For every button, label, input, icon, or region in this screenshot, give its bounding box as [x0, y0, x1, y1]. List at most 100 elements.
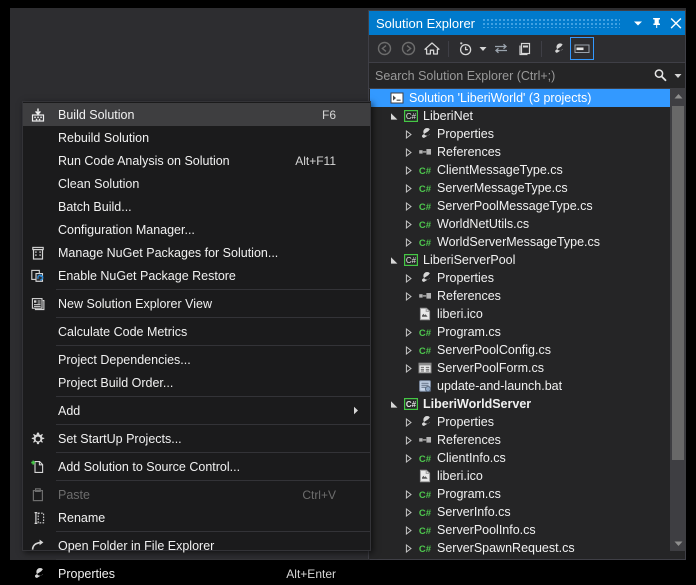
twisty-collapsed-icon[interactable] — [401, 237, 416, 247]
twisty-expanded-icon[interactable] — [387, 400, 402, 409]
tree-item[interactable]: update-and-launch.bat — [370, 377, 684, 395]
pending-changes-dropdown-icon[interactable] — [477, 37, 489, 60]
title-grip — [483, 18, 620, 28]
close-icon[interactable] — [666, 12, 685, 34]
context-menu-separator — [56, 289, 370, 290]
tree-item[interactable]: C# Program.cs — [370, 323, 684, 341]
context-menu-item-build-solution[interactable]: Build Solution F6 — [23, 103, 370, 126]
tree-item[interactable]: liberi.ico — [370, 305, 684, 323]
tree-item[interactable]: C# LiberiServerPool — [370, 251, 684, 269]
home-button[interactable] — [420, 37, 444, 60]
tree-item[interactable]: Properties — [370, 125, 684, 143]
tree-item[interactable]: Properties — [370, 413, 684, 431]
context-menu-item-calculate-code-metrics[interactable]: Calculate Code Metrics — [23, 320, 370, 343]
tree-item[interactable]: C# ServerSpawnRequest.cs — [370, 539, 684, 557]
tree-item[interactable]: C# WorldServerMessageType.cs — [370, 233, 684, 251]
tree-item[interactable]: Properties — [370, 269, 684, 287]
sync-with-active-document-button[interactable] — [489, 37, 513, 60]
back-button[interactable] — [372, 37, 396, 60]
context-menu-item-manage-nuget-packages-for-solution[interactable]: Manage NuGet Packages for Solution... — [23, 241, 370, 264]
tree-item[interactable]: References — [370, 431, 684, 449]
panel-title: Solution Explorer — [376, 15, 475, 31]
search-input[interactable]: Search Solution Explorer (Ctrl+;) — [369, 69, 649, 83]
scrollbar-thumb[interactable] — [672, 106, 684, 460]
tree-item[interactable]: C# ClientInfo.cs — [370, 449, 684, 467]
tree-item[interactable]: C# ServerPoolMessageType.cs — [370, 197, 684, 215]
twisty-collapsed-icon[interactable] — [401, 525, 416, 535]
tree-item[interactable]: C# WorldNetUtils.cs — [370, 215, 684, 233]
ico-file-icon — [416, 468, 434, 484]
context-menu-item-project-dependencies[interactable]: Project Dependencies... — [23, 348, 370, 371]
tree-item[interactable]: C# ClientMessageType.cs — [370, 161, 684, 179]
twisty-collapsed-icon[interactable] — [401, 489, 416, 499]
search-dropdown-icon[interactable] — [671, 73, 685, 79]
twisty-collapsed-icon[interactable] — [401, 147, 416, 157]
tree-item[interactable]: C# ServerInfo.cs — [370, 503, 684, 521]
scroll-down-icon[interactable] — [670, 535, 686, 551]
twisty-collapsed-icon[interactable] — [401, 201, 416, 211]
context-menu-item-rename[interactable]: Rename — [23, 506, 370, 529]
pending-changes-button[interactable] — [453, 37, 477, 60]
context-menu-item-label: Open Folder in File Explorer — [58, 538, 215, 553]
context-menu-item-clean-solution[interactable]: Clean Solution — [23, 172, 370, 195]
context-menu-item-project-build-order[interactable]: Project Build Order... — [23, 371, 370, 394]
nuget-restore-icon — [23, 264, 53, 287]
twisty-collapsed-icon[interactable] — [401, 165, 416, 175]
csharp-file-icon: C# — [416, 162, 434, 178]
twisty-expanded-icon[interactable] — [387, 112, 402, 121]
twisty-collapsed-icon[interactable] — [401, 183, 416, 193]
tree-vertical-scrollbar[interactable] — [670, 88, 686, 551]
context-menu-item-configuration-manager[interactable]: Configuration Manager... — [23, 218, 370, 241]
twisty-collapsed-icon[interactable] — [401, 507, 416, 517]
context-menu-item-open-folder-in-file-explorer[interactable]: Open Folder in File Explorer — [23, 534, 370, 557]
context-menu-item-run-code-analysis-on-solution[interactable]: Run Code Analysis on Solution Alt+F11 — [23, 149, 370, 172]
tree-item[interactable]: liberi.ico — [370, 467, 684, 485]
svg-text:C#: C# — [406, 400, 417, 409]
context-menu-item-label: Configuration Manager... — [58, 222, 195, 237]
context-menu-item-add-solution-to-source-control[interactable]: Add Solution to Source Control... — [23, 455, 370, 478]
preview-selected-items-button[interactable] — [570, 37, 594, 60]
twisty-collapsed-icon[interactable] — [401, 327, 416, 337]
context-menu-item-new-solution-explorer-view[interactable]: New Solution Explorer View — [23, 292, 370, 315]
tree-item[interactable]: C# ServerPoolConfig.cs — [370, 341, 684, 359]
wrench-icon — [416, 126, 434, 142]
twisty-collapsed-icon[interactable] — [401, 219, 416, 229]
context-menu-item-rebuild-solution[interactable]: Rebuild Solution — [23, 126, 370, 149]
twisty-collapsed-icon[interactable] — [401, 435, 416, 445]
twisty-collapsed-icon[interactable] — [401, 543, 416, 553]
twisty-collapsed-icon[interactable] — [401, 363, 416, 373]
csharp-file-icon: C# — [416, 180, 434, 196]
tree-item[interactable]: C# ServerPoolInfo.cs — [370, 521, 684, 539]
twisty-collapsed-icon[interactable] — [401, 453, 416, 463]
dropdown-icon[interactable] — [628, 12, 647, 34]
forward-button[interactable] — [396, 37, 420, 60]
scroll-up-icon[interactable] — [670, 88, 686, 104]
context-menu-item-batch-build[interactable]: Batch Build... — [23, 195, 370, 218]
twisty-collapsed-icon[interactable] — [401, 129, 416, 139]
tree-item[interactable]: C# LiberiWorldServer — [370, 395, 684, 413]
solution-tree[interactable]: Solution 'LiberiWorld' (3 projects) C# Lib… — [370, 89, 684, 558]
tree-item[interactable]: C# LiberiNet — [370, 107, 684, 125]
tree-item-label: Solution 'LiberiWorld' (3 projects) — [409, 91, 592, 105]
tree-item[interactable]: References — [370, 143, 684, 161]
pin-icon[interactable] — [647, 12, 666, 34]
tree-item[interactable]: Solution 'LiberiWorld' (3 projects) — [370, 89, 684, 107]
context-menu-item-add[interactable]: Add — [23, 399, 370, 422]
context-menu-item-enable-nuget-package-restore[interactable]: Enable NuGet Package Restore — [23, 264, 370, 287]
tree-item[interactable]: ServerPoolForm.cs — [370, 359, 684, 377]
twisty-expanded-icon[interactable] — [387, 256, 402, 265]
twisty-collapsed-icon[interactable] — [401, 291, 416, 301]
tree-item[interactable]: References — [370, 287, 684, 305]
tree-item[interactable]: C# ServerMessageType.cs — [370, 179, 684, 197]
build-solution-icon — [23, 103, 53, 126]
context-menu-item-set-startup-projects[interactable]: Set StartUp Projects... — [23, 427, 370, 450]
solution-explorer-title-bar[interactable]: Solution Explorer — [369, 11, 685, 35]
search-box[interactable]: Search Solution Explorer (Ctrl+;) — [369, 63, 685, 89]
twisty-collapsed-icon[interactable] — [401, 417, 416, 427]
search-icon[interactable] — [649, 68, 671, 83]
twisty-collapsed-icon[interactable] — [401, 273, 416, 283]
properties-button[interactable] — [546, 37, 570, 60]
twisty-collapsed-icon[interactable] — [401, 345, 416, 355]
tree-item[interactable]: C# Program.cs — [370, 485, 684, 503]
show-all-files-button[interactable] — [513, 37, 537, 60]
